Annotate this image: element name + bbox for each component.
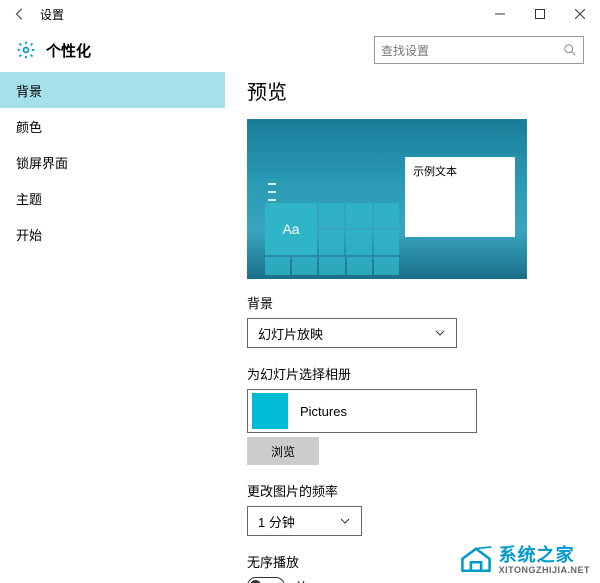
search-placeholder: 查找设置 [381,42,563,59]
background-value: 幻灯片放映 [258,324,323,343]
search-icon [563,43,577,57]
chevron-down-icon [434,327,446,339]
browse-button[interactable]: 浏览 [247,437,319,465]
album-thumbnail [252,393,288,429]
background-label: 背景 [247,293,578,312]
frequency-value: 1 分钟 [258,512,295,531]
sidebar-item-colors[interactable]: 颜色 [0,108,225,144]
album-name: Pictures [300,404,347,419]
desktop-preview: Aa 示例文本 [247,119,527,279]
shuffle-toggle[interactable] [247,577,285,583]
minimize-button[interactable] [480,0,520,28]
sidebar-item-lockscreen[interactable]: 锁屏界面 [0,144,225,180]
shuffle-state: 关 [295,578,307,583]
chevron-down-icon [339,515,351,527]
album-label: 为幻灯片选择相册 [247,364,578,383]
watermark-url: XITONGZHIJIA.NET [499,565,590,575]
search-input[interactable]: 查找设置 [374,36,584,64]
preview-tile-text: Aa [265,203,317,255]
watermark-name: 系统之家 [499,545,575,565]
preview-heading: 预览 [247,76,578,105]
close-button[interactable] [560,0,600,28]
background-dropdown[interactable]: 幻灯片放映 [247,318,457,348]
sidebar-item-background[interactable]: 背景 [0,72,225,108]
watermark: 系统之家 XITONGZHIJIA.NET [459,541,590,575]
window-title: 设置 [40,6,64,23]
preview-sample-window: 示例文本 [405,157,515,237]
sidebar-item-themes[interactable]: 主题 [0,180,225,216]
frequency-label: 更改图片的频率 [247,481,578,500]
frequency-dropdown[interactable]: 1 分钟 [247,506,362,536]
back-button[interactable] [8,2,32,26]
sidebar: 背景 颜色 锁屏界面 主题 开始 [0,72,225,583]
page-title: 个性化 [46,40,91,61]
maximize-button[interactable] [520,0,560,28]
gear-icon [16,40,36,60]
watermark-logo-icon [459,543,493,573]
album-selection[interactable]: Pictures [247,389,477,433]
sidebar-item-start[interactable]: 开始 [0,216,225,252]
